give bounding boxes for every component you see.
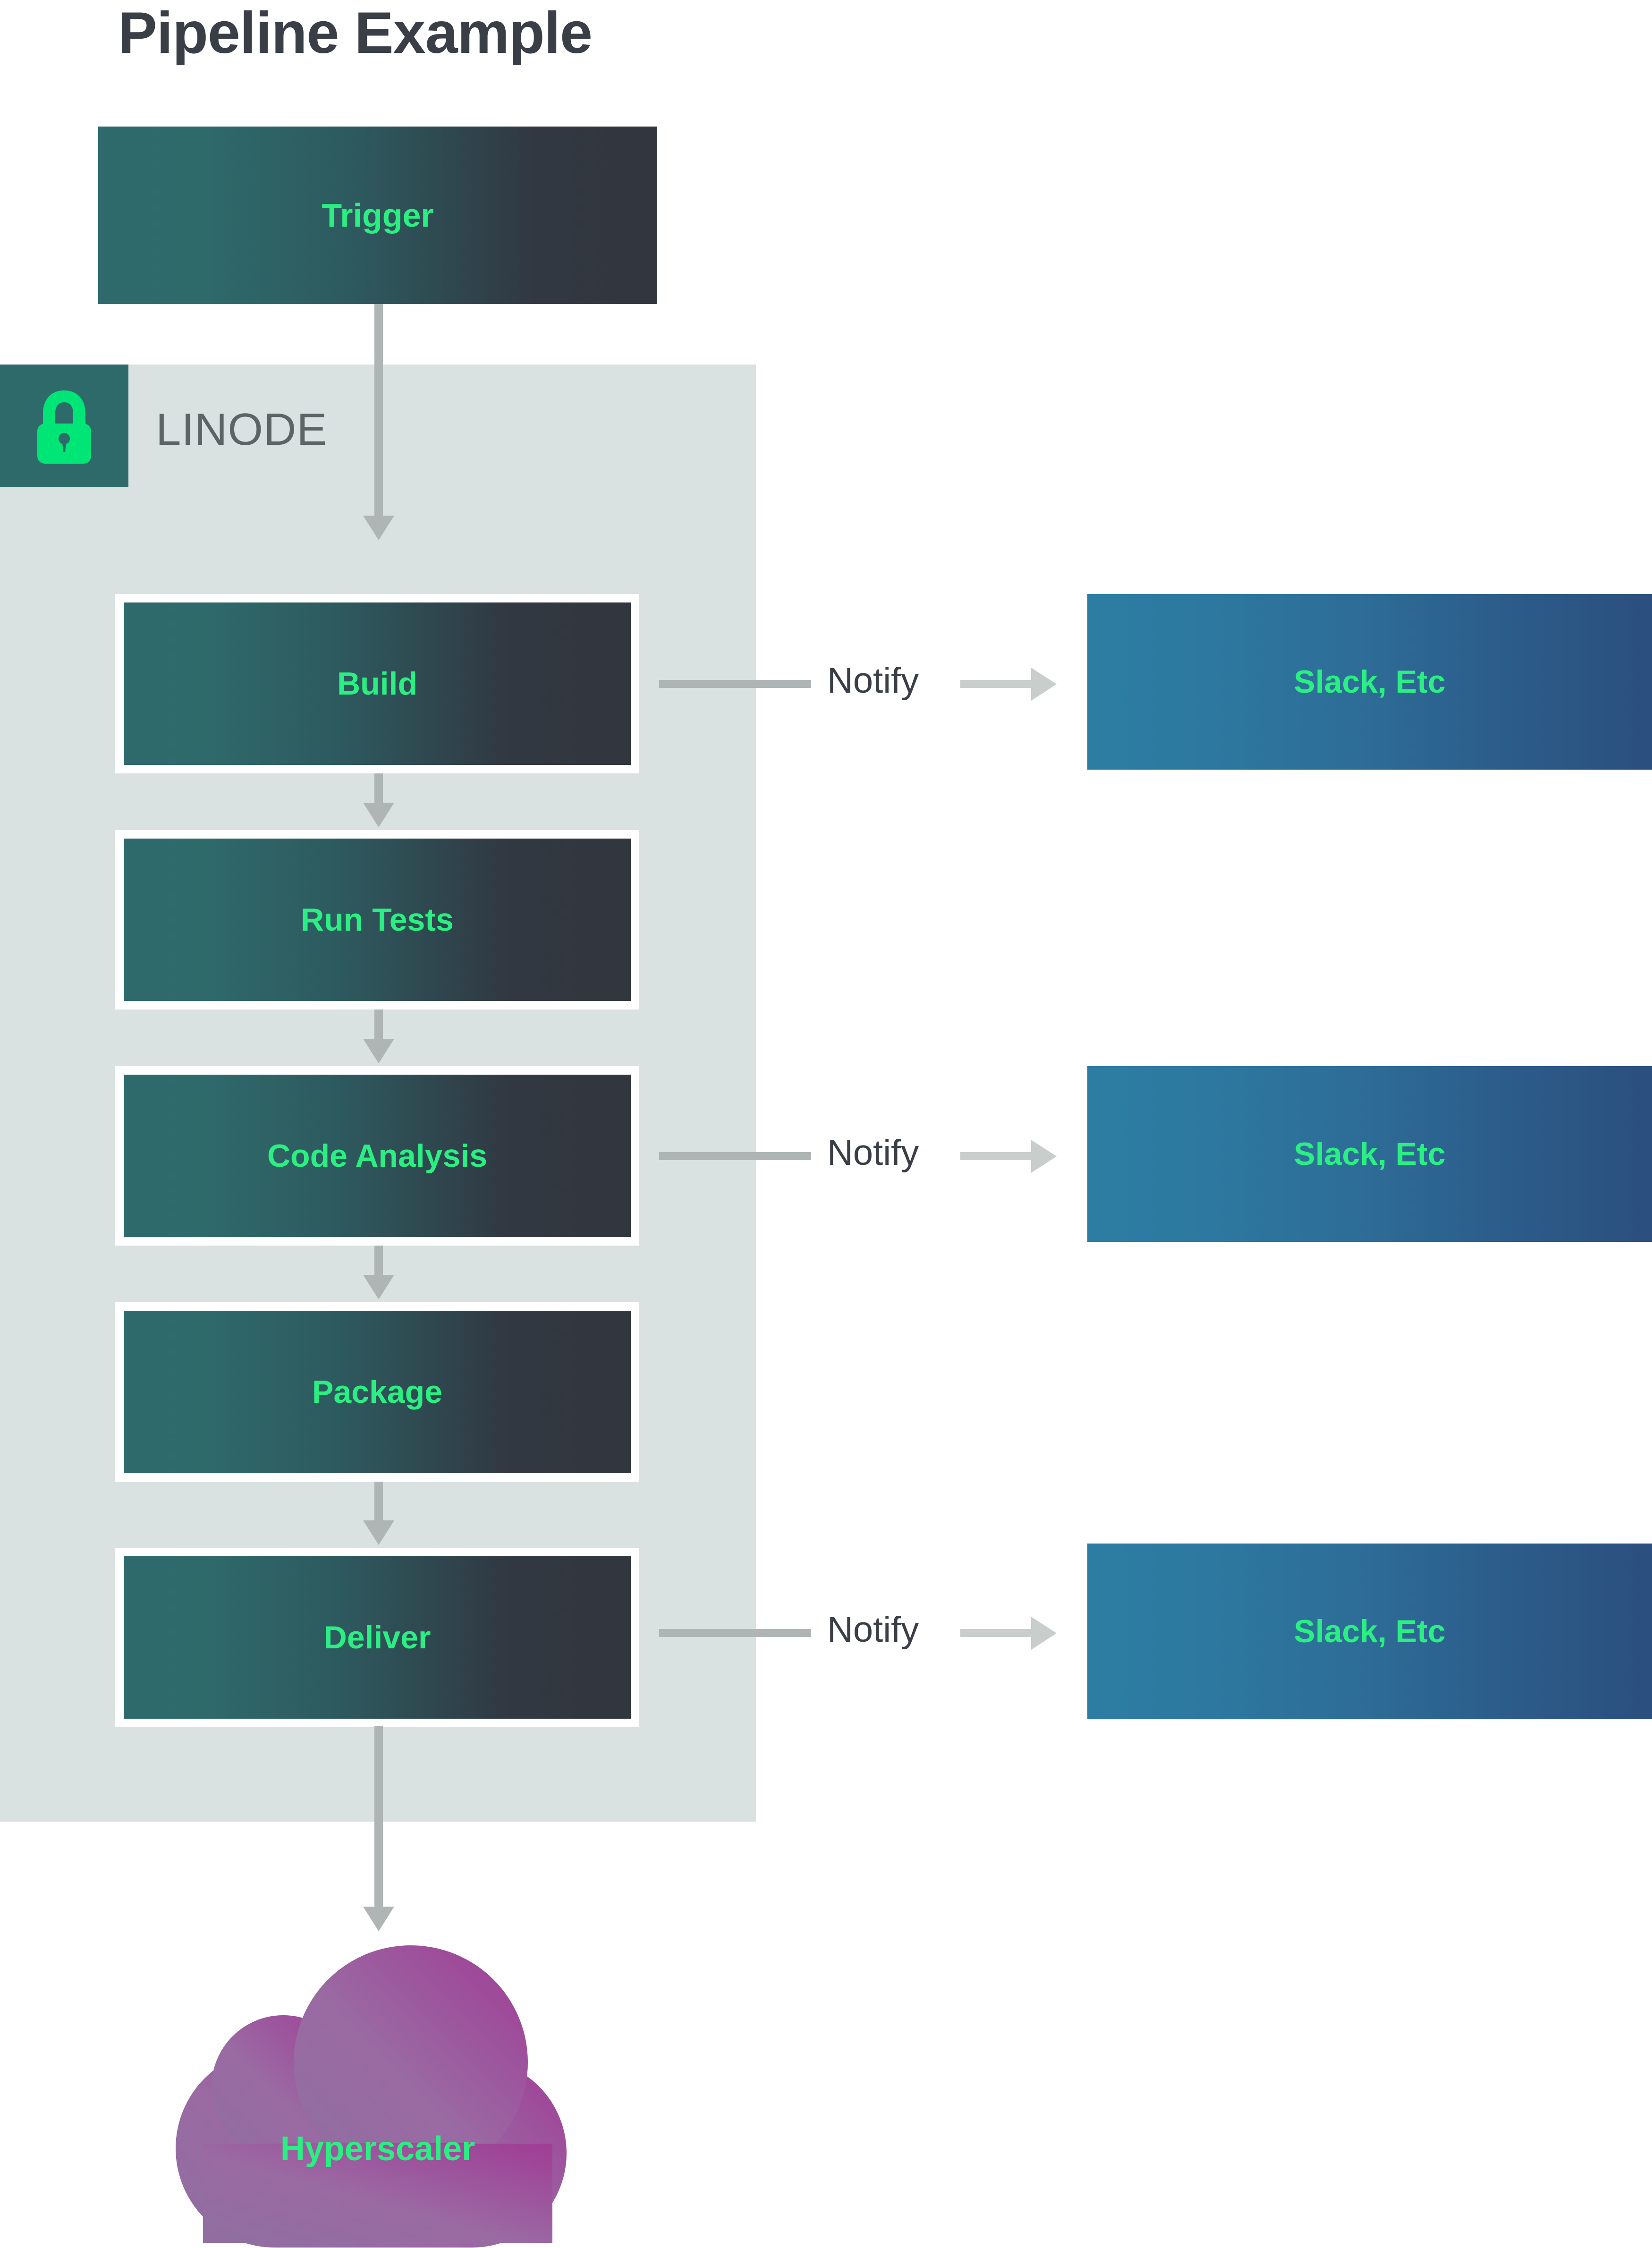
linode-badge <box>0 365 128 487</box>
node-slack-deliver[interactable]: Slack, Etc <box>1087 1544 1652 1719</box>
notify-line-build-2 <box>960 680 1031 688</box>
node-package-label: Package <box>312 1374 442 1410</box>
node-package-surface: Package <box>124 1311 631 1473</box>
connector-trigger-to-build-arrow-icon <box>363 516 394 540</box>
node-build[interactable]: Build <box>115 594 639 773</box>
node-slack-deliver-label: Slack, Etc <box>1294 1613 1446 1649</box>
connector-package-to-deliver <box>374 1482 383 1520</box>
node-build-surface: Build <box>124 602 631 765</box>
node-code-analysis-label: Code Analysis <box>267 1138 488 1174</box>
notify-arrow-deliver-icon <box>1031 1617 1057 1650</box>
notify-label-build: Notify <box>827 660 919 701</box>
linode-label: LINODE <box>156 404 328 455</box>
node-hyperscaler-label: Hyperscaler <box>280 2130 475 2168</box>
node-deliver-label: Deliver <box>323 1620 431 1655</box>
node-run-tests-label: Run Tests <box>301 902 454 938</box>
notify-arrow-build-icon <box>1031 668 1057 701</box>
notify-arrow-code-analysis-icon <box>1031 1140 1057 1173</box>
node-slack-code-analysis-label: Slack, Etc <box>1294 1136 1446 1172</box>
node-deliver[interactable]: Deliver <box>115 1548 639 1727</box>
lock-icon <box>37 390 91 464</box>
notify-label-build-text: Notify <box>827 661 919 701</box>
notify-label-deliver: Notify <box>827 1609 919 1650</box>
connector-build-to-run-tests-arrow-icon <box>363 803 394 827</box>
connector-code-analysis-to-package <box>374 1246 383 1275</box>
node-slack-build[interactable]: Slack, Etc <box>1087 594 1652 770</box>
node-slack-code-analysis[interactable]: Slack, Etc <box>1087 1066 1652 1242</box>
connector-package-to-deliver-arrow-icon <box>363 1520 394 1545</box>
connector-run-tests-to-code-analysis <box>374 1009 383 1039</box>
notify-label-deliver-text: Notify <box>827 1610 919 1650</box>
node-package[interactable]: Package <box>115 1302 639 1482</box>
connector-run-tests-to-code-analysis-arrow-icon <box>363 1039 394 1063</box>
node-slack-build-label: Slack, Etc <box>1294 664 1446 700</box>
node-run-tests[interactable]: Run Tests <box>115 830 639 1009</box>
notify-line-code-analysis-2 <box>960 1152 1031 1160</box>
notify-line-deliver-2 <box>960 1629 1031 1637</box>
connector-trigger-to-build <box>374 304 383 516</box>
page-title: Pipeline Example <box>118 0 593 66</box>
notify-label-code-analysis-text: Notify <box>827 1133 919 1173</box>
connector-code-analysis-to-package-arrow-icon <box>363 1275 394 1299</box>
connector-deliver-to-cloud <box>374 1726 383 1907</box>
node-trigger-label: Trigger <box>322 197 434 234</box>
notify-line-deliver <box>659 1629 811 1637</box>
node-build-label: Build <box>337 666 417 702</box>
node-code-analysis-surface: Code Analysis <box>124 1075 631 1237</box>
notify-line-build <box>659 680 811 688</box>
connector-build-to-run-tests <box>374 773 383 803</box>
node-run-tests-surface: Run Tests <box>124 839 631 1001</box>
node-hyperscaler[interactable]: Hyperscaler <box>142 1945 614 2248</box>
connector-deliver-to-cloud-arrow-icon <box>363 1907 394 1931</box>
node-hyperscaler-label-wrap: Hyperscaler <box>142 1945 614 2248</box>
notify-label-code-analysis: Notify <box>827 1132 919 1173</box>
node-trigger[interactable]: Trigger <box>98 127 657 304</box>
node-code-analysis[interactable]: Code Analysis <box>115 1066 639 1246</box>
notify-line-code-analysis <box>659 1152 811 1160</box>
node-deliver-surface: Deliver <box>124 1556 631 1719</box>
